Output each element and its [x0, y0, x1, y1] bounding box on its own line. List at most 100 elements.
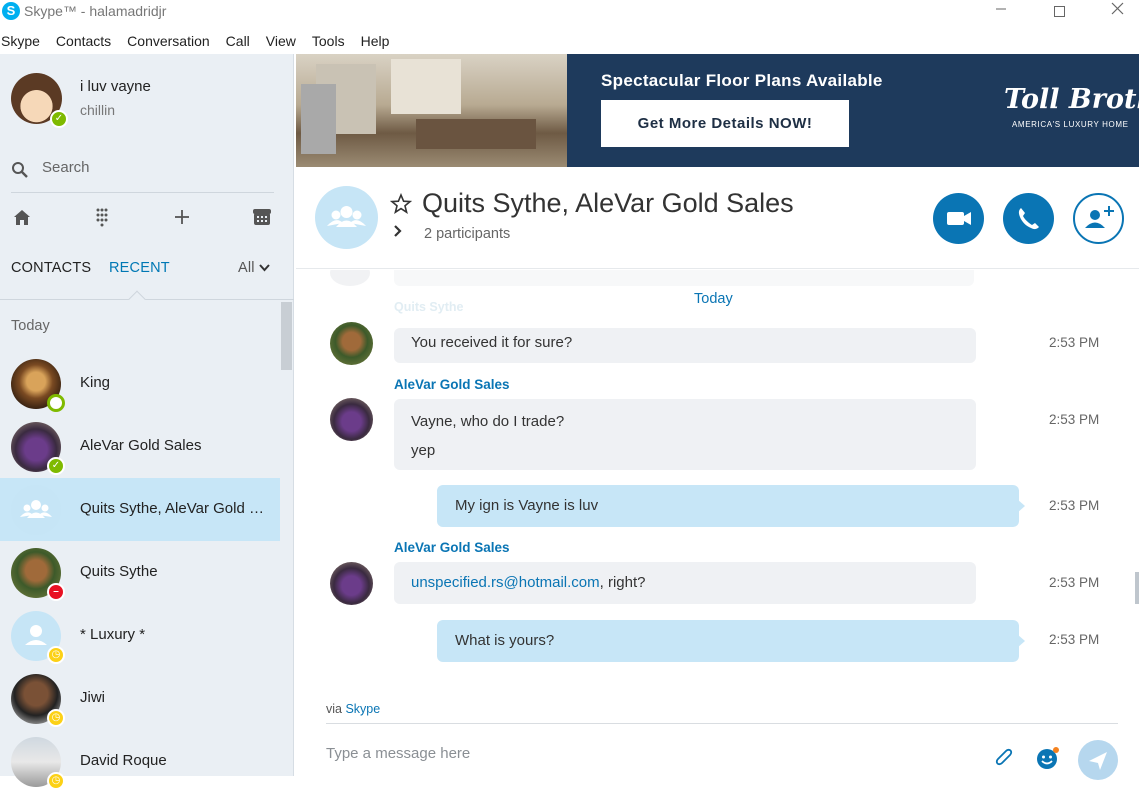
- message-input[interactable]: [326, 738, 966, 768]
- contact-item-david-roque[interactable]: ◷ David Roque: [0, 730, 280, 793]
- conversation-header: Quits Sythe, AleVar Gold Sales 2 partici…: [296, 167, 1139, 269]
- filter-label: All: [238, 260, 255, 276]
- message-bubble: My ign is Vayne is luv: [437, 485, 1025, 527]
- ad-brand-logo: Toll Broth: [1004, 84, 1139, 115]
- conversation-title: Quits Sythe, AleVar Gold Sales: [422, 188, 794, 218]
- contact-item-jiwi[interactable]: ◷ Jiwi: [0, 667, 280, 730]
- message-text: yep: [411, 442, 436, 459]
- sidebar: ✓ i luv vayne chillin Search CONTACTS RE: [0, 54, 294, 790]
- contact-item-luxury[interactable]: ◷ * Luxury *: [0, 604, 280, 667]
- active-tab-indicator: [128, 290, 146, 308]
- dialpad-icon[interactable]: [91, 206, 113, 228]
- away-status-icon: ◷: [47, 646, 65, 664]
- sidebar-scrollbar[interactable]: [281, 302, 292, 370]
- avatar[interactable]: [330, 562, 373, 605]
- contact-name: Jiwi: [80, 689, 105, 706]
- sender-name[interactable]: AleVar Gold Sales: [394, 377, 510, 392]
- avatar: ✓: [11, 422, 65, 475]
- search-label: Search: [42, 159, 90, 176]
- profile-avatar[interactable]: ✓: [11, 73, 68, 128]
- divider: [326, 723, 1118, 724]
- send-button[interactable]: [1078, 740, 1118, 780]
- menu-conversation[interactable]: Conversation: [127, 30, 218, 54]
- add-participant-button[interactable]: [1073, 193, 1124, 244]
- contact-item-group-chat[interactable]: Quits Sythe, AleVar Gold Sales: [0, 478, 280, 541]
- profile-mood[interactable]: chillin: [80, 102, 115, 118]
- away-status-icon: ◷: [47, 709, 65, 727]
- avatar: ◷: [11, 737, 65, 790]
- menu-skype[interactable]: Skype: [0, 30, 48, 54]
- contact-item-quits-sythe[interactable]: – Quits Sythe: [0, 541, 280, 604]
- via-text: via: [326, 702, 342, 716]
- profile-name[interactable]: i luv vayne: [80, 78, 151, 95]
- tab-contacts[interactable]: CONTACTS: [11, 260, 91, 276]
- minimize-button[interactable]: [978, 0, 1024, 24]
- message-bubble: [394, 270, 974, 286]
- messages-scrollbar[interactable]: [1135, 572, 1139, 604]
- menu-tools[interactable]: Tools: [312, 30, 353, 54]
- avatar: [11, 359, 65, 412]
- landline-phone-icon[interactable]: [251, 206, 273, 228]
- message-time: 2:53 PM: [1049, 498, 1100, 513]
- contact-name: King: [80, 374, 111, 391]
- chevron-right-icon[interactable]: [393, 224, 403, 238]
- add-person-icon: [1085, 206, 1114, 228]
- message-time: 2:53 PM: [1049, 632, 1100, 647]
- emoticon-icon[interactable]: [1036, 746, 1060, 770]
- participants-count[interactable]: 2 participants: [424, 226, 510, 242]
- contact-name: * Luxury *: [80, 626, 146, 643]
- menu-view[interactable]: View: [266, 30, 304, 54]
- phone-icon: [1018, 208, 1039, 230]
- ad-kitchen-image: [296, 54, 567, 167]
- menu-help[interactable]: Help: [361, 30, 398, 54]
- sender-name[interactable]: AleVar Gold Sales: [394, 540, 510, 555]
- via-skype-link[interactable]: Skype: [345, 702, 380, 716]
- away-status-icon: ◷: [47, 772, 65, 790]
- contact-name: Quits Sythe, AleVar Gold Sales: [80, 500, 266, 517]
- video-call-button[interactable]: [933, 193, 984, 244]
- avatar: [330, 270, 370, 286]
- chevron-down-icon: [259, 264, 270, 272]
- message-bubble: Vayne, who do I trade? yep: [394, 399, 976, 470]
- message-list[interactable]: Quits Sythe Today You received it for su…: [296, 270, 1139, 688]
- maximize-icon: [1053, 5, 1065, 17]
- maximize-button[interactable]: [1036, 0, 1082, 24]
- close-button[interactable]: [1094, 0, 1139, 24]
- message-time: 2:53 PM: [1049, 335, 1100, 350]
- busy-status-icon: –: [47, 583, 65, 601]
- avatar: ◷: [11, 611, 65, 664]
- star-icon[interactable]: [390, 193, 412, 215]
- group-avatar[interactable]: [315, 186, 378, 249]
- message-text: Vayne, who do I trade?: [411, 413, 565, 430]
- group-icon: [20, 500, 52, 518]
- contact-item-king[interactable]: King: [0, 352, 280, 415]
- message-bubble: What is yours?: [437, 620, 1025, 662]
- email-link[interactable]: unspecified.rs@hotmail.com: [411, 574, 600, 591]
- menu-contacts[interactable]: Contacts: [56, 30, 119, 54]
- minimize-icon: [996, 8, 1006, 10]
- home-icon[interactable]: [11, 206, 33, 228]
- via-label: via Skype: [326, 702, 380, 716]
- menu-call[interactable]: Call: [226, 30, 258, 54]
- title-bar: S Skype™ - halamadridjr: [0, 0, 1139, 26]
- sender-name: Quits Sythe: [394, 300, 464, 314]
- contact-tabs: CONTACTS RECENT All: [11, 260, 274, 284]
- paperclip-icon[interactable]: [993, 747, 1017, 771]
- search-box[interactable]: Search: [11, 158, 274, 190]
- ad-banner[interactable]: Spectacular Floor Plans Available Get Mo…: [296, 54, 1139, 167]
- contact-name: Quits Sythe: [80, 563, 158, 580]
- filter-dropdown[interactable]: All: [238, 260, 270, 276]
- ad-cta-button[interactable]: Get More Details NOW!: [601, 100, 849, 147]
- contact-item-alevar-gold-sales[interactable]: ✓ AleVar Gold Sales: [0, 415, 280, 478]
- avatar[interactable]: [330, 322, 373, 365]
- audio-call-button[interactable]: [1003, 193, 1054, 244]
- ad-tagline: AMERICA'S LUXURY HOME: [1012, 120, 1129, 129]
- search-icon: [12, 162, 28, 178]
- menu-bar: Skype Contacts Conversation Call View To…: [0, 30, 405, 54]
- avatar: –: [11, 548, 65, 601]
- tab-recent[interactable]: RECENT: [109, 260, 170, 276]
- avatar[interactable]: [330, 398, 373, 441]
- skype-logo-icon: S: [2, 2, 20, 20]
- add-icon[interactable]: [171, 206, 193, 228]
- nav-toolbar: [11, 206, 274, 232]
